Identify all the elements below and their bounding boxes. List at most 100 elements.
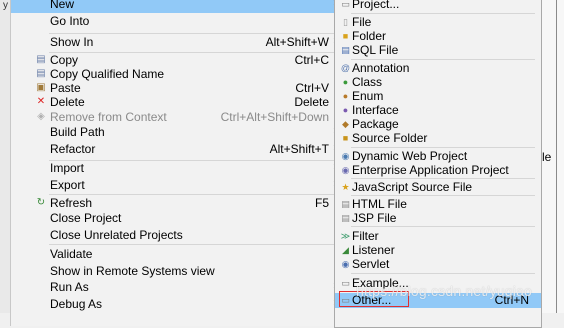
submenu-item-label: Source Folder: [352, 131, 428, 145]
submenu-item-dynamic-web-project[interactable]: ◉ Dynamic Web Project: [335, 149, 541, 164]
menu-item-label: Copy Qualified Name: [50, 67, 165, 81]
menu-item-label: Paste: [50, 81, 81, 95]
menu-item-shortcut: Alt+Shift+T: [269, 142, 329, 156]
interface-icon: ●: [342, 105, 349, 115]
submenu-item-label: SQL File: [352, 43, 399, 57]
submenu-item-label: Interface: [352, 103, 399, 117]
menu-item-label: Delete: [50, 95, 85, 109]
submenu-item-sql-file[interactable]: ▤ SQL File: [335, 43, 541, 58]
submenu-item-class[interactable]: ● Class: [335, 75, 541, 90]
menu-item-label: Build Path: [50, 125, 105, 139]
submenu-item-label: Package: [352, 117, 399, 131]
menu-item-run-as[interactable]: Run As ›: [11, 279, 341, 296]
new-submenu: ▭ Project... ▯ File ■ Folder ▤ SQL File …: [334, 0, 542, 328]
menu-separator: [49, 244, 334, 245]
menu-item-show-in[interactable]: Show In Alt+Shift+W ›: [11, 34, 341, 51]
submenu-item-label: JavaScript Source File: [352, 180, 473, 194]
submenu-item-source-folder[interactable]: ■ Source Folder: [335, 131, 541, 146]
submenu-item-file[interactable]: ▯ File: [335, 15, 541, 30]
menu-item-label: Show in Remote Systems view: [50, 264, 215, 278]
menu-item-shortcut: Ctrl+Alt+Shift+Down: [220, 110, 329, 124]
menu-item-label: Debug As: [50, 297, 103, 311]
gutter-mark: y: [3, 0, 8, 11]
menu-item-new[interactable]: New ›: [11, 0, 341, 13]
source-folder-icon: ■: [342, 133, 349, 143]
menu-item-label: Export: [50, 178, 85, 192]
submenu-item-label: Project...: [352, 0, 400, 11]
menu-item-label: Validate: [50, 247, 93, 261]
submenu-item-folder[interactable]: ■ Folder: [335, 29, 541, 44]
submenu-item-label: Folder: [352, 29, 387, 43]
menu-item-label: Refactor: [50, 142, 96, 156]
annotation-icon: @: [340, 63, 351, 73]
watermark: https://blog.csdn.net/yuqiao: [356, 283, 533, 299]
menu-item-label: Import: [50, 161, 85, 175]
dynamic-web-project-icon: ◉: [341, 151, 350, 161]
menu-item-shortcut: Alt+Shift+W: [265, 35, 329, 49]
copy-qualified-name-icon: ▤: [36, 68, 46, 79]
example-icon: ▭: [341, 278, 350, 288]
menu-item-shortcut: Ctrl+V: [295, 81, 329, 95]
submenu-separator: [351, 273, 535, 274]
menu-item-close-project[interactable]: Close Project: [11, 210, 341, 227]
menu-item-build-path[interactable]: Build Path ›: [11, 124, 341, 141]
submenu-item-label: Enum: [352, 89, 384, 103]
submenu-item-listener[interactable]: ◢ Listener: [335, 243, 541, 258]
servlet-icon: ◉: [341, 259, 350, 269]
submenu-item-javascript-source-file[interactable]: ★ JavaScript Source File: [335, 180, 541, 195]
submenu-item-label: Filter: [352, 229, 379, 243]
jsp-file-icon: ▤: [341, 213, 350, 223]
menu-item-label: Remove from Context: [50, 110, 167, 124]
submenu-item-package[interactable]: ◆ Package: [335, 117, 541, 132]
listener-icon: ◢: [342, 245, 349, 255]
project-icon: ▭: [341, 0, 350, 9]
menu-item-label: Refresh: [50, 196, 93, 210]
submenu-item-label: Annotation: [352, 61, 410, 75]
submenu-item-project[interactable]: ▭ Project...: [335, 0, 541, 12]
submenu-item-html-file[interactable]: ▤ HTML File: [335, 197, 541, 212]
context-menu: New › Go Into Show In Alt+Shift+W › ▤ Co…: [10, 0, 341, 326]
window-border: [556, 0, 557, 313]
file-icon: ▯: [343, 17, 348, 27]
submenu-item-enterprise-application-project[interactable]: ◉ Enterprise Application Project: [335, 163, 541, 178]
menu-item-label: New: [50, 0, 75, 11]
submenu-item-servlet[interactable]: ◉ Servlet: [335, 257, 541, 272]
menu-item-label: Run As: [50, 280, 89, 294]
submenu-item-interface[interactable]: ● Interface: [335, 103, 541, 118]
submenu-separator: [351, 147, 535, 148]
submenu-item-label: Enterprise Application Project: [352, 163, 509, 177]
menu-item-shortcut: Delete: [294, 95, 329, 109]
menu-item-go-into[interactable]: Go Into: [11, 13, 341, 30]
menu-item-close-unrelated-projects[interactable]: Close Unrelated Projects: [11, 227, 341, 244]
submenu-item-label: HTML File: [352, 197, 407, 211]
sql-file-icon: ▤: [341, 45, 350, 55]
submenu-separator: [351, 195, 535, 196]
submenu-item-filter[interactable]: ≫ Filter: [335, 229, 541, 244]
enterprise-application-project-icon: ◉: [341, 165, 350, 175]
paste-icon: ▣: [36, 82, 46, 93]
menu-item-shortcut: Ctrl+C: [294, 53, 329, 67]
menu-item-validate[interactable]: Validate: [11, 246, 341, 263]
menu-item-show-in-remote-systems-view[interactable]: Show in Remote Systems view: [11, 263, 341, 280]
remove-from-context-icon: ◈: [37, 111, 45, 122]
submenu-item-jsp-file[interactable]: ▤ JSP File: [335, 211, 541, 226]
submenu-separator: [351, 13, 535, 14]
menu-item-refactor[interactable]: Refactor Alt+Shift+T ›: [11, 141, 341, 158]
background-editor-fragment: le: [542, 0, 564, 313]
submenu-item-label: Listener: [352, 243, 395, 257]
submenu-item-label: Dynamic Web Project: [352, 149, 468, 163]
enum-icon: ●: [342, 91, 349, 101]
submenu-item-label: Class: [352, 75, 383, 89]
submenu-separator: [351, 226, 535, 227]
refresh-icon: ↻: [36, 197, 46, 208]
menu-item-export[interactable]: Export ›: [11, 177, 341, 194]
submenu-item-label: JSP File: [352, 211, 397, 225]
submenu-item-enum[interactable]: ● Enum: [335, 89, 541, 104]
menu-item-debug-as[interactable]: Debug As ›: [11, 296, 341, 313]
folder-icon: ■: [342, 31, 349, 41]
filter-icon: ≫: [340, 231, 351, 241]
class-icon: ●: [342, 77, 349, 87]
submenu-item-annotation[interactable]: @ Annotation: [335, 61, 541, 76]
menu-item-import[interactable]: Import ›: [11, 160, 341, 177]
submenu-item-label: Servlet: [352, 257, 390, 271]
